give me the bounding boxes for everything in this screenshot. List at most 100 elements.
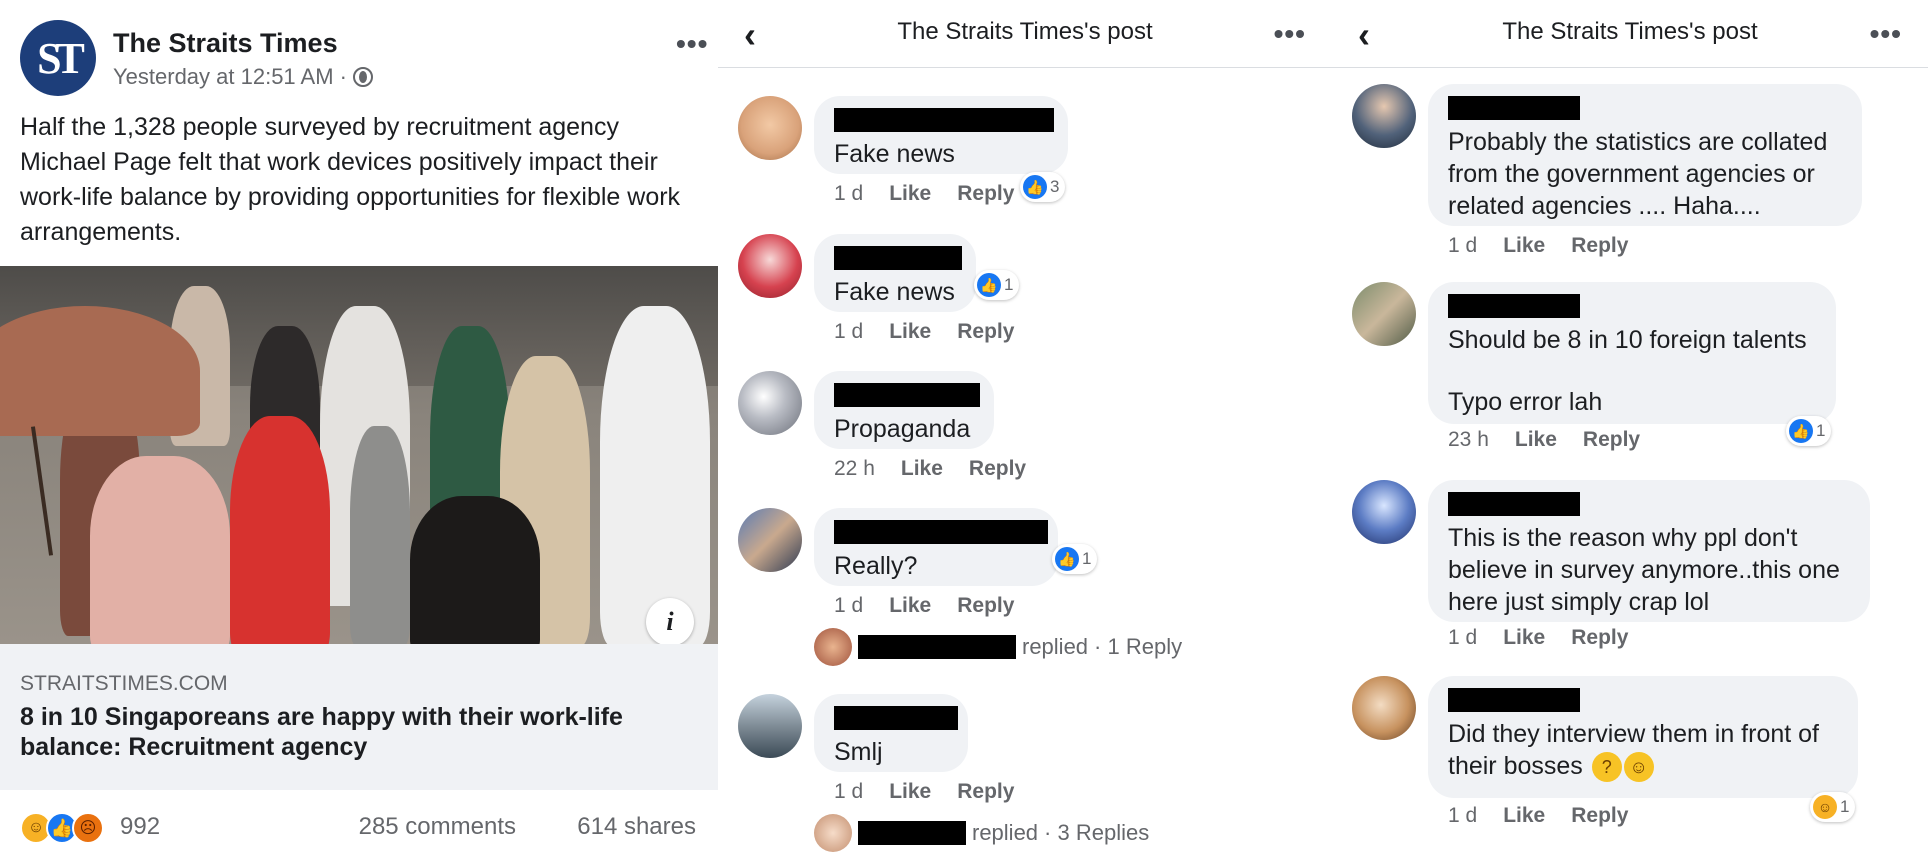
commenter-avatar[interactable] — [1352, 676, 1416, 740]
reaction-badge[interactable]: 👍 1 — [1052, 544, 1098, 574]
comments-panel-1: ‹ The Straits Times's post ••• Fake news… — [718, 0, 1332, 862]
redacted-name — [1448, 688, 1580, 712]
commenter-avatar[interactable] — [738, 96, 802, 160]
commenter-avatar[interactable] — [1352, 84, 1416, 148]
comment-bubble[interactable]: Propaganda — [814, 371, 994, 449]
like-link[interactable]: Like — [1503, 804, 1545, 828]
reply-link[interactable]: Reply — [1571, 626, 1628, 650]
reaction-badge-count: 3 — [1050, 177, 1060, 196]
replied-text: replied — [1022, 634, 1089, 659]
comment-text: Probably the statistics are collated fro… — [1448, 128, 1828, 220]
link-preview[interactable]: STRAITSTIMES.COM 8 in 10 Singaporeans ar… — [0, 644, 718, 790]
commenter-avatar[interactable] — [1352, 282, 1416, 346]
comment-time[interactable]: 1 d — [834, 594, 863, 618]
like-link[interactable]: Like — [1503, 234, 1545, 258]
reaction-badge[interactable]: 👍 3 — [1020, 172, 1066, 202]
like-icon: 👍 — [1023, 175, 1047, 199]
like-icon: 👍 — [977, 273, 1001, 297]
comment-bubble[interactable]: Did they interview them in front of thei… — [1428, 676, 1858, 798]
globe-icon — [353, 67, 373, 87]
post-header: ST The Straits Times Yesterday at 12:51 … — [20, 18, 707, 98]
comment-time[interactable]: 1 d — [1448, 234, 1477, 258]
reply-link[interactable]: Reply — [1571, 234, 1628, 258]
reply-link[interactable]: Reply — [957, 182, 1014, 206]
reaction-badge[interactable]: 👍 1 — [1786, 416, 1832, 446]
reply-link[interactable]: Reply — [957, 320, 1014, 344]
comment-bubble[interactable]: Smlj — [814, 694, 968, 772]
comment-time[interactable]: 1 d — [1448, 626, 1477, 650]
comment-text: Fake news — [834, 140, 955, 168]
commenter-avatar[interactable] — [1352, 480, 1416, 544]
reply-link[interactable]: Reply — [1571, 804, 1628, 828]
comment-bubble[interactable]: Really? — [814, 508, 1058, 586]
comment-bubble[interactable]: Fake news — [814, 234, 976, 312]
thinking-face-icon: ? — [1591, 752, 1622, 783]
link-title: 8 in 10 Singaporeans are happy with thei… — [20, 703, 623, 761]
redacted-name — [834, 246, 962, 270]
post-panel: ST The Straits Times Yesterday at 12:51 … — [0, 0, 718, 862]
post-timestamp[interactable]: Yesterday at 12:51 AM · — [113, 64, 373, 90]
comment-meta: 23 h Like Reply — [1448, 428, 1640, 452]
page-avatar[interactable]: ST — [20, 20, 96, 96]
like-link[interactable]: Like — [889, 780, 931, 804]
post-text: Half the 1,328 people surveyed by recrui… — [20, 113, 681, 246]
comment-time[interactable]: 1 d — [834, 182, 863, 206]
comment-meta: 1 d Like Reply — [834, 182, 1014, 206]
comment-bubble[interactable]: This is the reason why ppl don't believe… — [1428, 480, 1870, 622]
comment-meta: 1 d Like Reply — [834, 320, 1014, 344]
post-stats: ☺ 👍 ☹ 992 285 comments 614 shares — [20, 810, 696, 846]
reaction-count[interactable]: 992 — [120, 813, 160, 841]
reply-link[interactable]: Reply — [1583, 428, 1640, 452]
comment-meta: 1 d Like Reply — [1448, 626, 1628, 650]
reply-link[interactable]: Reply — [969, 457, 1026, 481]
reaction-badge[interactable]: 👍 1 — [974, 270, 1020, 300]
bar-title: The Straits Times's post — [1502, 18, 1758, 45]
reaction-icons[interactable]: ☺ 👍 ☹ — [20, 812, 120, 844]
reaction-badge[interactable]: ☺ 1 — [1810, 792, 1856, 822]
angry-reaction-icon: ☹ — [72, 812, 104, 844]
comment-bubble[interactable]: Probably the statistics are collated fro… — [1428, 84, 1862, 226]
redacted-name — [834, 383, 980, 407]
comment-time[interactable]: 1 d — [834, 780, 863, 804]
comment-text: This is the reason why ppl don't believe… — [1448, 524, 1840, 616]
reply-link[interactable]: Reply — [957, 594, 1014, 618]
view-replies-link[interactable]: · 3 Replies — [1044, 820, 1149, 846]
image-umbrella-stick — [30, 426, 54, 556]
like-link[interactable]: Like — [1515, 428, 1557, 452]
reply-link[interactable]: Reply — [957, 780, 1014, 804]
commenter-avatar[interactable] — [738, 371, 802, 435]
page-name[interactable]: The Straits Times — [113, 28, 338, 59]
commenter-avatar[interactable] — [738, 694, 802, 758]
replies-row[interactable]: replied · 1 Reply — [814, 628, 1182, 666]
like-link[interactable]: Like — [1503, 626, 1545, 650]
comment-bubble[interactable]: Fake news — [814, 96, 1068, 174]
comment-text: Fake news — [834, 278, 955, 306]
like-link[interactable]: Like — [901, 457, 943, 481]
like-link[interactable]: Like — [889, 594, 931, 618]
view-replies-link[interactable]: · 1 Reply — [1094, 634, 1182, 660]
like-link[interactable]: Like — [889, 182, 931, 206]
replies-row[interactable]: replied · 3 Replies — [814, 814, 1149, 852]
info-button[interactable]: i — [646, 598, 694, 644]
comment-time[interactable]: 1 d — [834, 320, 863, 344]
comments-count[interactable]: 285 comments — [359, 813, 516, 841]
image-figure — [90, 456, 230, 644]
like-link[interactable]: Like — [889, 320, 931, 344]
redacted-name — [858, 821, 966, 845]
more-icon[interactable]: ••• — [1274, 20, 1306, 48]
post-more-icon[interactable]: ••• — [676, 30, 708, 58]
more-icon[interactable]: ••• — [1870, 20, 1902, 48]
comment-time[interactable]: 23 h — [1448, 428, 1489, 452]
top-bar: ‹ The Straits Times's post ••• — [1332, 0, 1928, 68]
comment-meta: 1 d Like Reply — [834, 780, 1014, 804]
comment-time[interactable]: 1 d — [1448, 804, 1477, 828]
comment-text: Really? — [834, 552, 918, 580]
shares-count[interactable]: 614 shares — [577, 813, 696, 841]
comment-time[interactable]: 22 h — [834, 457, 875, 481]
commenter-avatar[interactable] — [738, 234, 802, 298]
post-image[interactable]: i — [0, 266, 718, 644]
image-figure — [350, 426, 410, 644]
comment-bubble[interactable]: Should be 8 in 10 foreign talents Typo e… — [1428, 282, 1836, 424]
commenter-avatar[interactable] — [738, 508, 802, 572]
comments-panel-2: ‹ The Straits Times's post ••• Probably … — [1332, 0, 1928, 862]
